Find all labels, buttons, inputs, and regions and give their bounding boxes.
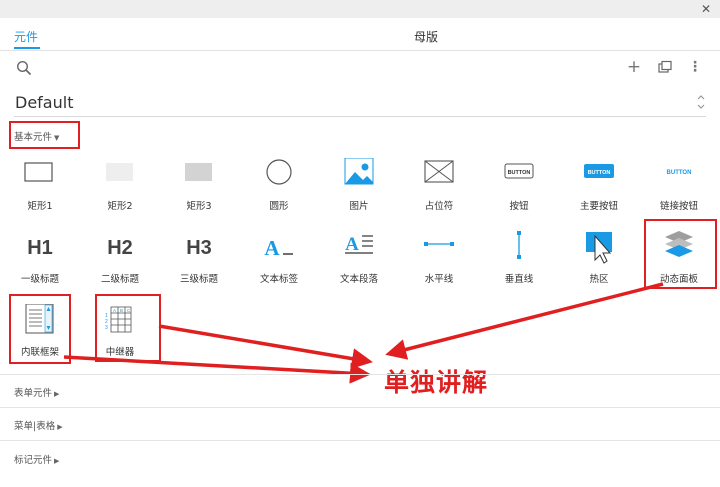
- divider: [0, 440, 720, 441]
- divider: [0, 407, 720, 408]
- section-markup-widgets[interactable]: 标记元件 ▶: [14, 452, 59, 466]
- expand-arrow-icon: ▶: [54, 457, 60, 465]
- annotation-text: 单独讲解: [384, 368, 489, 397]
- divider: [0, 374, 720, 375]
- expand-arrow-icon: ▶: [54, 390, 60, 398]
- section-form-label: 表单元件: [14, 388, 53, 399]
- expand-arrow-icon: ▶: [57, 423, 63, 431]
- section-form-widgets[interactable]: 表单元件 ▶: [14, 385, 59, 399]
- section-menu-table[interactable]: 菜单|表格 ▶: [14, 418, 63, 432]
- annotation-arrows: [63, 282, 664, 384]
- section-menu-table-label: 菜单|表格: [14, 421, 56, 432]
- section-markup-label: 标记元件: [14, 455, 53, 466]
